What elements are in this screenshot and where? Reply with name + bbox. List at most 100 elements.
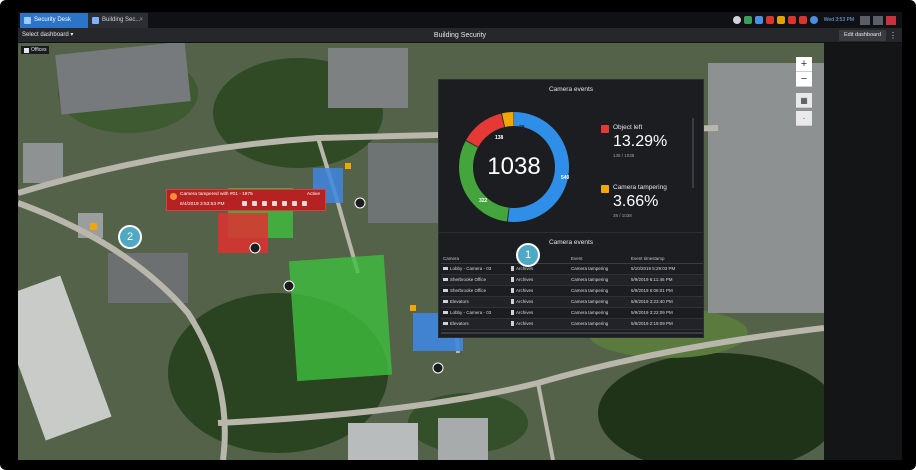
page-title: Building Security (433, 32, 487, 39)
table-row[interactable]: Lobby - Camera - 03 Archives Camera tamper… (441, 263, 703, 275)
info-icon[interactable] (809, 16, 818, 24)
stat-name: Camera tampering (613, 184, 667, 191)
camera-icon (443, 311, 448, 315)
camera-name: Elevators (450, 299, 469, 304)
stat-name: Object left (613, 124, 643, 131)
cell-archive[interactable]: Archives (509, 285, 569, 297)
stat-ratio: 138 / 1038 (613, 153, 635, 158)
close-window-button[interactable] (886, 15, 896, 25)
users-icon[interactable] (754, 16, 763, 24)
network-icon[interactable] (743, 16, 752, 24)
screenshot-frame: Security Desk Building Sec... × Wed 3:53… (0, 0, 916, 470)
forward-icon[interactable] (272, 201, 277, 206)
stat-ratio: 38 / 1038 (613, 213, 632, 218)
column-header-timestamp[interactable]: Event timestamp (629, 254, 703, 264)
cell-archive[interactable]: Archives (509, 274, 569, 286)
cell-camera: Sherbrooke Office (441, 274, 509, 286)
alarm-actions (242, 201, 307, 206)
cell-timestamp: 5/9/2019 3:23:40 PM (629, 296, 703, 308)
cell-timestamp: 5/9/2019 6:11:46 PM (629, 274, 703, 286)
snooze-icon[interactable] (292, 201, 297, 206)
cell-timestamp: 5/9/2019 2:19:09 PM (629, 318, 703, 330)
map-pin-button[interactable]: · (796, 111, 812, 126)
camera-name: Elevators (450, 321, 469, 326)
maximize-button[interactable] (873, 15, 883, 25)
cell-timestamp: 5/10/2019 5:29:03 PM (629, 263, 703, 275)
stat-percent: 3.66% (613, 193, 659, 210)
cell-archive[interactable]: Archives (509, 296, 569, 308)
object-left-icon (601, 125, 609, 133)
archive-link[interactable]: Archives (516, 321, 533, 326)
cell-archive[interactable]: Archives (509, 318, 569, 330)
alarm-timestamp: 6/4/2019 3:53:53 PM (180, 202, 225, 207)
map-layers-button[interactable]: ▦ (796, 93, 812, 108)
archive-link[interactable]: Archives (516, 310, 533, 315)
camera-events-widget: Camera events 1038 540 322 138 38 Object… (438, 79, 704, 233)
archive-icon (511, 310, 514, 316)
map-area-label[interactable]: Offices (21, 46, 50, 54)
cell-event: Camera tampering (569, 263, 629, 275)
settings-icon[interactable] (732, 16, 741, 24)
cell-camera: Lobby - Camera - 03 (441, 307, 509, 319)
check-icon[interactable] (262, 201, 267, 206)
right-panel (824, 43, 902, 460)
callout-marker-2: 2 (118, 225, 142, 249)
widget-title: Camera events (548, 239, 594, 246)
camera-icon (443, 289, 448, 293)
archive-icon (511, 288, 514, 294)
satellite-map[interactable]: Offices + − ▦ · Camera tampered with #01… (18, 43, 824, 460)
table-row[interactable]: Sherbrooke Office Archives Camera tamperin… (441, 274, 703, 286)
archive-icon (511, 321, 514, 327)
cell-event: Camera tampering (569, 296, 629, 308)
cell-camera: Elevators (441, 318, 509, 330)
comment-icon[interactable] (282, 201, 287, 206)
table-row[interactable]: Sherbrooke Office Archives Camera tamperin… (441, 285, 703, 297)
alarm-popup[interactable]: Camera tampered with #01 - 1975 Active 6… (166, 189, 326, 211)
camera-tampering-icon (601, 185, 609, 193)
building-icon (24, 47, 29, 53)
close-tab-icon[interactable]: × (139, 13, 143, 28)
camera-icon[interactable] (787, 16, 796, 24)
tab-security-desk[interactable]: Security Desk (20, 13, 88, 28)
zoom-out-button[interactable]: − (796, 72, 812, 87)
cell-archive[interactable]: Archives (509, 307, 569, 319)
zoom-in-button[interactable]: + (796, 57, 812, 72)
archive-link[interactable]: Archives (516, 277, 533, 282)
table-row[interactable]: Elevators Archives Camera tampering 5/9/201… (441, 318, 703, 330)
clock: Wed 3:53 PM (823, 17, 854, 23)
table-row[interactable]: Lobby - Camera - 03 Archives Camera tamper… (441, 307, 703, 319)
cell-event: Camera tampering (569, 307, 629, 319)
map-zoom-controls: + − ▦ · (796, 57, 812, 126)
column-header-event[interactable]: Event (569, 254, 629, 264)
camera-icon (443, 322, 448, 326)
camera-icon (443, 267, 448, 271)
archive-link[interactable]: Archives (516, 299, 533, 304)
play-icon[interactable] (242, 201, 247, 206)
tab-building-security[interactable]: Building Sec... × (88, 13, 148, 28)
alarm-icon[interactable] (765, 16, 774, 24)
minimize-button[interactable] (860, 15, 870, 25)
delete-icon[interactable] (302, 201, 307, 206)
acknowledge-icon[interactable] (252, 201, 257, 206)
camera-name: Sherbrooke Office (450, 277, 487, 282)
widget-scrollbar[interactable] (692, 118, 694, 188)
alert-icon[interactable] (798, 16, 807, 24)
cell-camera: Sherbrooke Office (441, 285, 509, 297)
archive-icon (511, 299, 514, 305)
cell-event: Camera tampering (569, 318, 629, 330)
archive-link[interactable]: Archives (516, 288, 533, 293)
archive-icon (511, 277, 514, 283)
column-header-camera[interactable]: Camera (441, 254, 509, 264)
more-options-icon[interactable]: ⋮ (889, 28, 897, 43)
cell-archive[interactable]: Archives (509, 263, 569, 275)
table-row[interactable]: Elevators Archives Camera tampering 5/9/201… (441, 296, 703, 308)
camera-name: Lobby - Camera - 03 (450, 266, 492, 271)
cell-event: Camera tampering (569, 274, 629, 286)
edit-dashboard-button[interactable]: Edit dashboard (839, 30, 886, 41)
camera-icon (443, 300, 448, 304)
warning-icon[interactable] (776, 16, 785, 24)
cell-camera: Lobby - Camera - 03 (441, 263, 509, 275)
table-scrollbar[interactable] (441, 332, 703, 334)
segment-label-other: 322 (479, 198, 488, 204)
donut-total: 1038 (487, 153, 541, 180)
